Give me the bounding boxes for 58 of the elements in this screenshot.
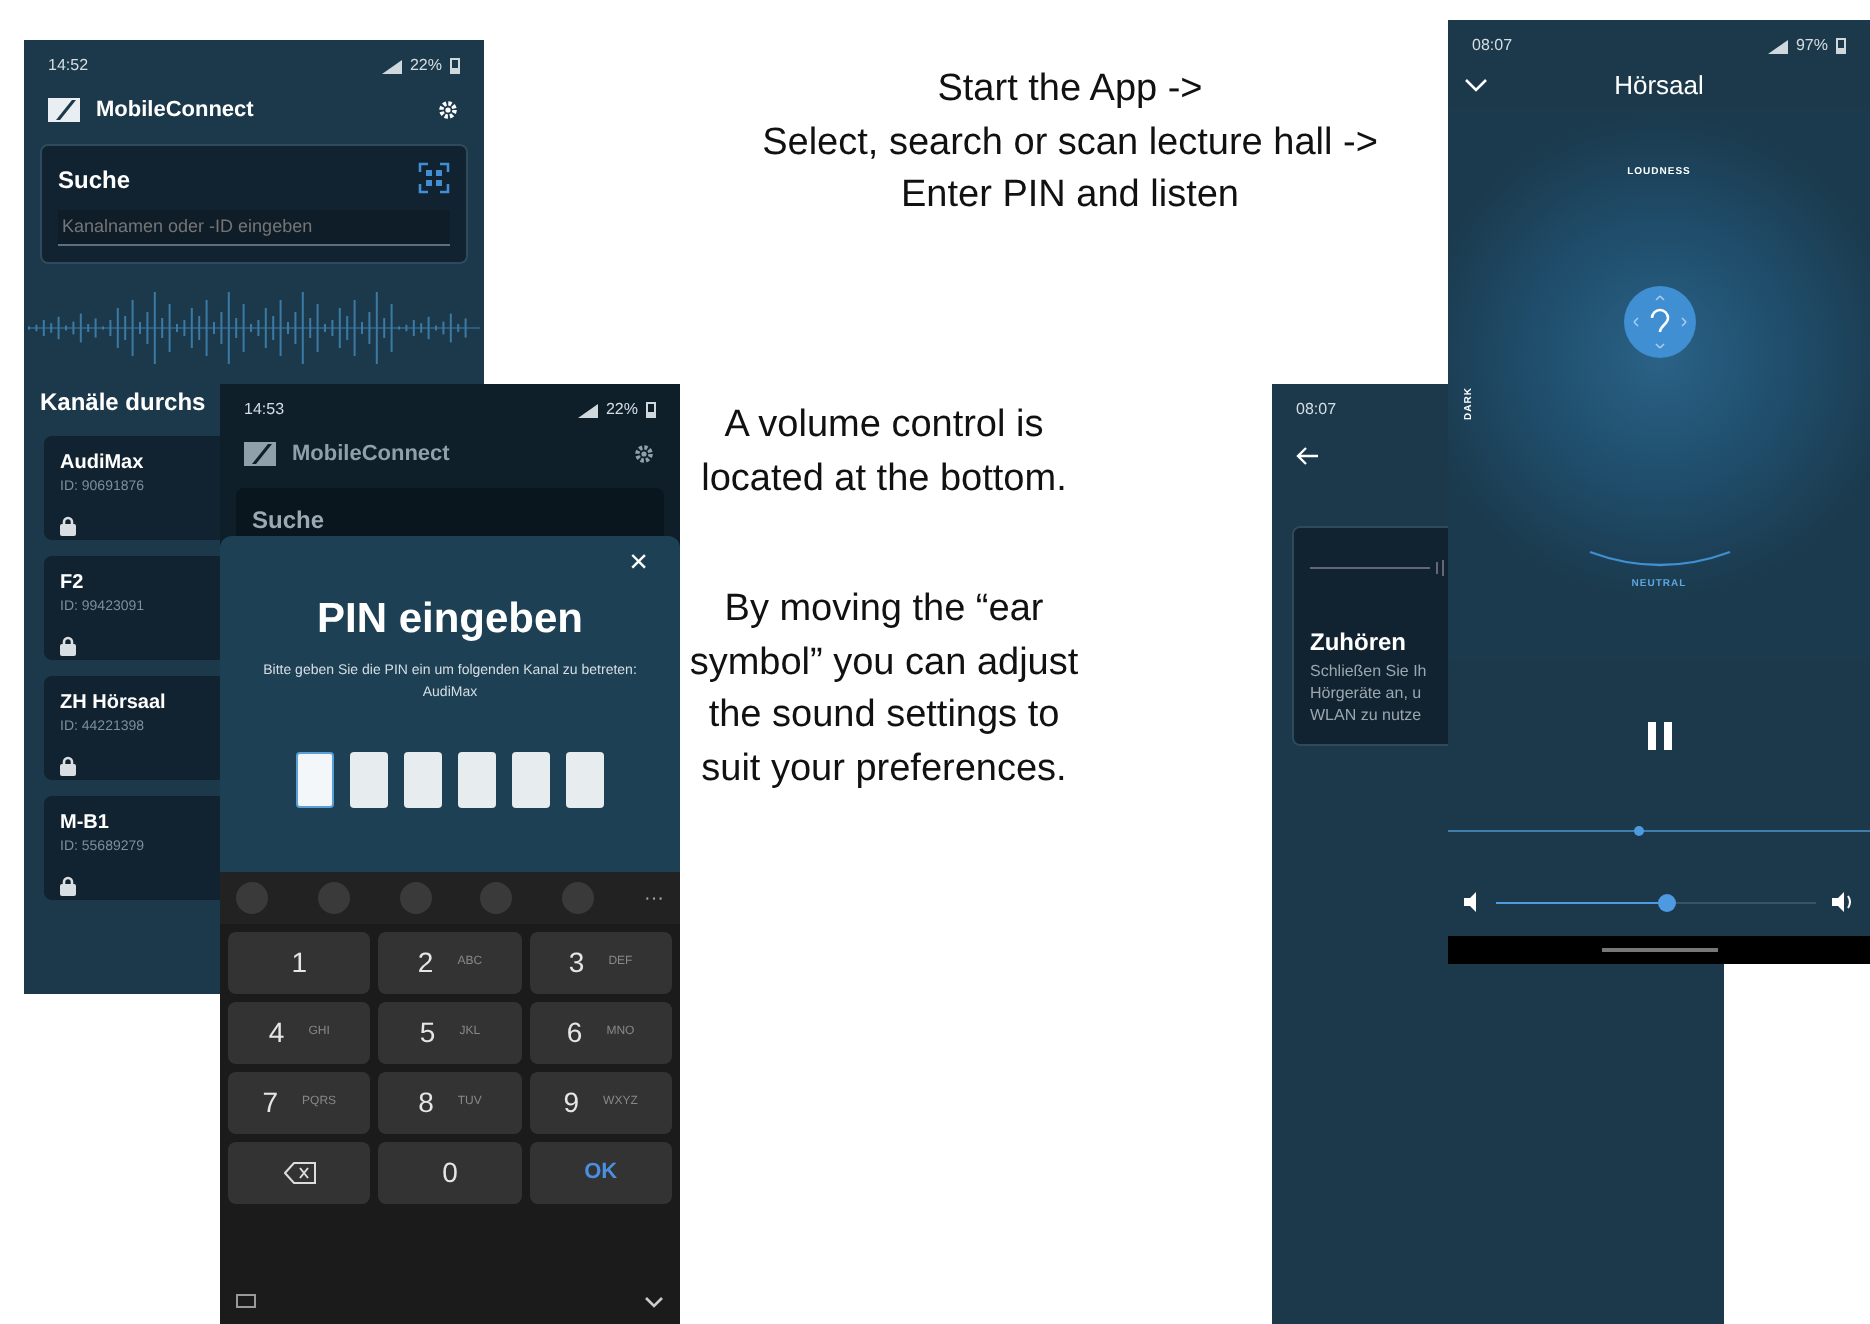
card-text: Schließen Sie Ih Hörgeräte an, u WLAN zu nutze [1310, 660, 1429, 728]
qr-code-icon[interactable] [418, 161, 450, 193]
status-time: 08:07 [1296, 398, 1337, 422]
search-title: Suche [252, 505, 325, 533]
battery-icon [1836, 38, 1846, 54]
pin-digit-field[interactable] [512, 752, 550, 808]
volume-note: A volume control is located at the bottom. [699, 402, 1069, 504]
card-title: Zuhören [1310, 626, 1408, 660]
battery-icon [646, 402, 656, 418]
backspace-key[interactable] [228, 1142, 371, 1204]
pause-icon[interactable] [1647, 722, 1671, 750]
instruction-line: Select, search or scan lecture hall -> [760, 119, 1380, 168]
keyboard-icon[interactable] [236, 1294, 256, 1308]
pin-digit-field[interactable] [458, 752, 496, 808]
keypad-key[interactable]: 1 [228, 932, 371, 994]
battery-level: 22% [409, 54, 442, 78]
pin-digit-field[interactable] [350, 752, 388, 808]
status-time: 14:53 [244, 398, 285, 422]
speaker-loud-icon [1832, 892, 1854, 912]
instruction-line: Start the App -> [935, 66, 1205, 114]
speaker-icon [1464, 892, 1480, 912]
channel-name: AudiMax [60, 450, 144, 478]
pin-digit-field[interactable] [296, 752, 334, 808]
battery-level: 22% [605, 398, 638, 422]
pin-digit-field[interactable] [404, 752, 442, 808]
waveform-icon [1310, 559, 1450, 576]
instruction-line: Enter PIN and listen [899, 172, 1241, 221]
screen-title: Hörsaal [1612, 68, 1706, 104]
ok-key[interactable]: OK [529, 1142, 672, 1204]
signal-icon [381, 59, 402, 73]
app-name: MobileConnect [96, 96, 254, 126]
signal-icon [1767, 39, 1788, 53]
section-title: Kanäle durchs [40, 386, 206, 420]
app-name: MobileConnect [292, 440, 450, 470]
channel-name: F2 [60, 570, 84, 598]
more-options[interactable]: ··· [643, 883, 664, 913]
channel-name: ZH Hörsaal [60, 690, 166, 718]
pin-digit-field[interactable] [566, 752, 604, 808]
signal-icon [577, 403, 598, 417]
keypad-key[interactable]: 0 [378, 1142, 522, 1204]
dialog-title: PIN eingeben [316, 593, 584, 645]
seek-handle[interactable] [1633, 826, 1644, 836]
neutral-arc-drawing [1588, 549, 1732, 569]
backspace-icon [283, 1162, 316, 1184]
logo-icon [244, 442, 276, 467]
ear-note: By moving the “ear symbol” you can adjust the sound settings to suit your preferences. [687, 586, 1081, 794]
search-field[interactable]: Kanalnamen oder -ID eingeben [58, 209, 450, 246]
status-time: 08:07 [1472, 34, 1513, 58]
status-time: 14:52 [48, 54, 89, 78]
close-button[interactable]: × [629, 535, 648, 579]
back-arrow-icon[interactable] [1296, 446, 1320, 466]
battery-level: 97% [1795, 34, 1828, 58]
search-title: Suche [58, 163, 131, 197]
volume-handle[interactable] [1657, 893, 1676, 911]
logo-icon [48, 98, 80, 123]
battery-icon [450, 58, 460, 74]
channel-name: M-B1 [60, 810, 109, 838]
chevron-down-icon[interactable] [644, 1296, 664, 1308]
